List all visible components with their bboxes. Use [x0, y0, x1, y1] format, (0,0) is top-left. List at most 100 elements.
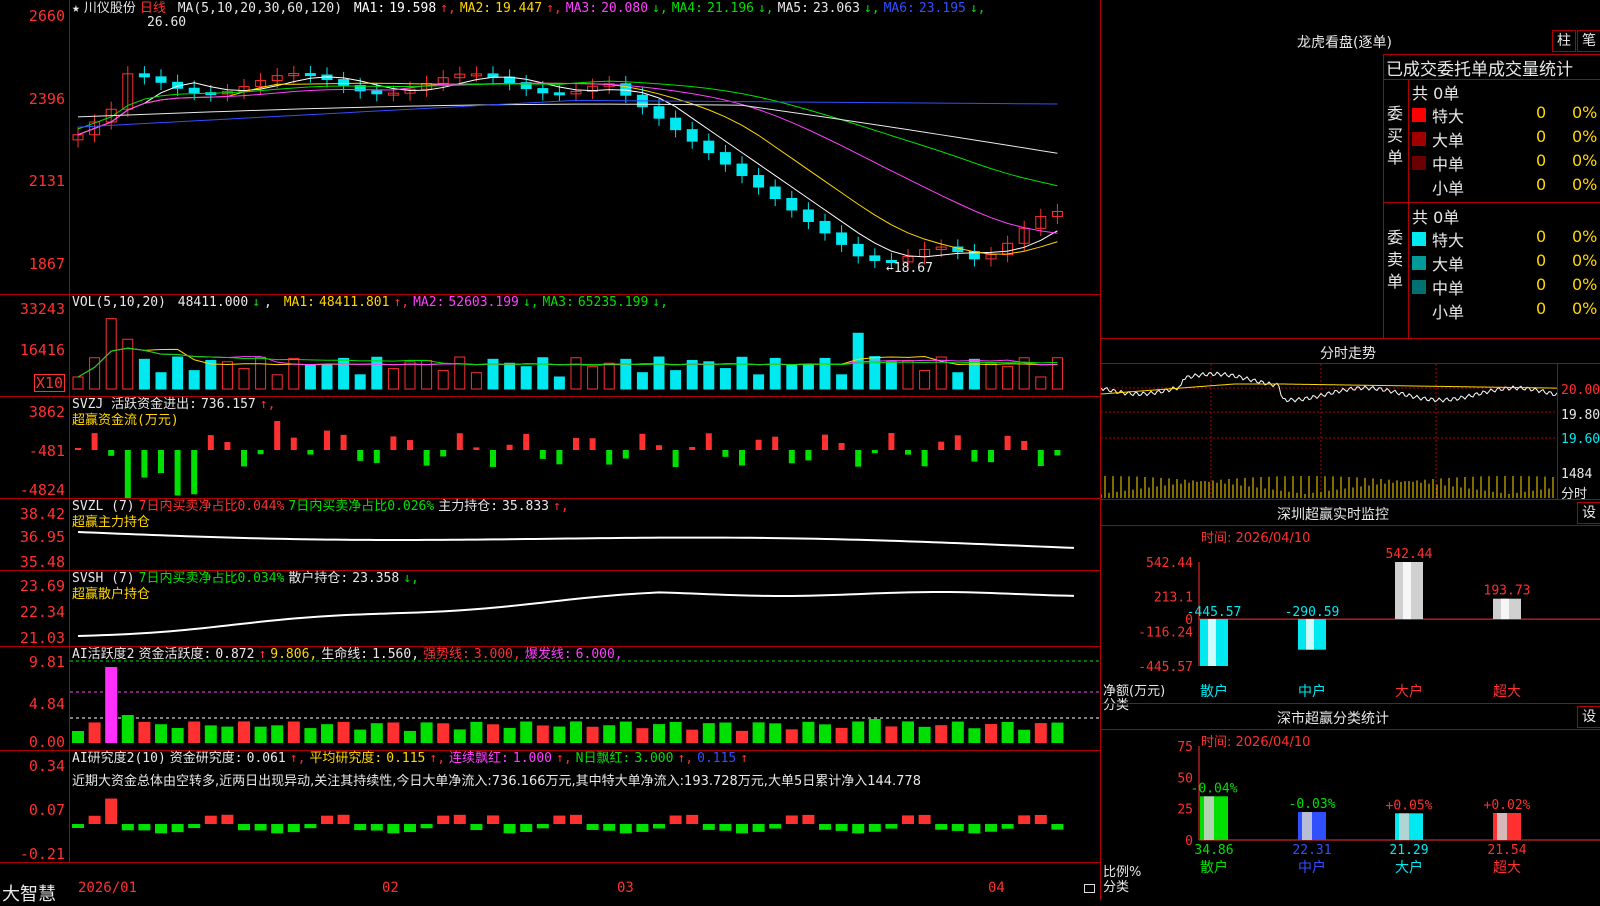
ma-label: MA6: — [883, 1, 915, 16]
sz-class-settings-button[interactable]: 设 — [1577, 706, 1600, 728]
sz-monitor-settings-button[interactable]: 设 — [1577, 502, 1600, 524]
ai-active-text3: 强势线: — [423, 647, 470, 662]
order-percent: 0% — [1572, 127, 1598, 146]
lock-icon[interactable] — [1084, 884, 1095, 893]
svzl-panel[interactable]: 38.42 36.95 35.48 SVZL (7) 7日内买卖净占比0.044%… — [0, 498, 1100, 571]
activity-bar — [238, 721, 250, 743]
candle-body — [852, 243, 864, 257]
volume-bar — [138, 358, 150, 390]
research-bar — [603, 824, 616, 831]
research-bar — [736, 824, 748, 834]
order-count: 0 — [1536, 251, 1547, 270]
kline-chart[interactable] — [70, 0, 1100, 294]
flow-bar — [1004, 435, 1011, 450]
volume-bar — [537, 357, 549, 390]
bar-mode-button[interactable]: 柱 — [1552, 30, 1576, 52]
sz-class-category: 超大 — [1493, 860, 1521, 876]
flow-bar — [390, 436, 397, 450]
activity-bar — [603, 725, 616, 743]
sz-monitor-bar-shine — [1403, 562, 1411, 620]
flow-bar — [307, 450, 314, 455]
intraday-chart[interactable] — [1101, 364, 1558, 499]
volume-bar — [587, 366, 599, 390]
candle-body — [719, 152, 731, 165]
sz-class-change-label: -0.03% — [1289, 797, 1336, 812]
intraday-chart-area[interactable] — [1101, 364, 1558, 499]
volume-bar — [155, 372, 167, 390]
volume-bar — [205, 359, 217, 390]
svzj-y-tick: -4824 — [19, 481, 65, 499]
sz-class-category: 散户 — [1200, 859, 1228, 876]
activity-bar — [702, 723, 715, 743]
research-bar — [553, 815, 566, 824]
flow-bar — [290, 437, 297, 450]
legend-swatch — [1412, 156, 1426, 170]
research-bar — [354, 824, 367, 831]
volume-bar — [288, 357, 300, 390]
kline-plot[interactable] — [70, 0, 1100, 294]
order-count: 0 — [1536, 275, 1547, 294]
ma2-line — [77, 82, 1058, 255]
volume-bar — [719, 368, 731, 390]
ai-active-y-tick: 0.00 — [28, 733, 65, 751]
ma-label: MA4: — [671, 1, 704, 16]
candle-body — [155, 76, 167, 83]
flow-bar — [340, 434, 347, 450]
flow-bar — [689, 446, 696, 450]
ai-active-panel[interactable]: 9.81 4.84 0.00 AI活跃度2 资金活跃度: 0.872 ↑ 9.806, 生… — [0, 646, 1100, 751]
svzl-y-tick: 38.42 — [19, 505, 65, 523]
activity-bar — [1018, 729, 1031, 743]
activity-bar — [968, 728, 981, 743]
svzl-y-tick: 35.48 — [19, 553, 65, 571]
flow-bar — [606, 450, 613, 465]
kline-panel[interactable]: 2660 2396 2131 1867 ★ 川仪股份 日线 MA(5,10,20,3… — [0, 0, 1100, 295]
research-bar — [503, 824, 516, 834]
sz-class-value-label: 21.54 — [1487, 843, 1526, 858]
brand-label: 大智慧 — [2, 884, 56, 905]
volume-bar — [802, 364, 814, 390]
activity-bar — [553, 726, 566, 743]
candle-body — [802, 209, 814, 222]
activity-bar — [686, 729, 699, 743]
activity-bar — [321, 724, 333, 743]
activity-bar — [370, 723, 383, 743]
activity-bar — [254, 726, 267, 743]
volume-panel[interactable]: 33243 16416 X10 VOL(5,10,20) 48411.000 ↓,… — [0, 294, 1100, 397]
order-percent: 0% — [1572, 103, 1598, 122]
activity-bar — [951, 721, 964, 743]
svzj-y-tick: 3862 — [28, 403, 65, 421]
ai-research-a1: ↑, — [289, 751, 306, 766]
volume-bar — [437, 370, 449, 390]
sell-total: 共 0单 — [1412, 208, 1460, 227]
order-percent: 0% — [1572, 151, 1598, 170]
vol-ma-arrow: ↓, — [522, 295, 539, 310]
order-size-label: 中单 — [1432, 155, 1465, 174]
sz-class-y-tick: 0 — [1185, 834, 1193, 849]
activity-bar — [752, 722, 765, 743]
kline-y-tick: 2660 — [28, 7, 65, 25]
volume-bar — [188, 370, 200, 390]
buy-total: 共 0单 — [1412, 84, 1460, 103]
ai-research-panel[interactable]: 0.34 0.07 -0.21 AI研究度2(10) 资金研究度: 0.061 ↑, 平… — [0, 750, 1100, 863]
order-size-label: 小单 — [1432, 179, 1465, 198]
star-icon[interactable]: ★ — [72, 1, 80, 16]
research-bar — [487, 815, 499, 824]
legend-swatch — [1412, 232, 1426, 246]
research-bar — [702, 824, 715, 830]
period-label[interactable]: 日线 — [140, 1, 166, 16]
research-bar — [1051, 824, 1064, 830]
svsh-panel[interactable]: 23.69 22.34 21.03 SVSH (7) 7日内买卖净占比0.034%… — [0, 570, 1100, 647]
flow-bar — [75, 448, 81, 450]
vol-ma-label: MA3: — [542, 295, 574, 310]
x-tick: 2026/01 — [78, 880, 138, 896]
svzj-panel[interactable]: 3862 -481 -4824 SVZJ 活跃资金进出: 736.157 ↑, 超赢… — [0, 396, 1100, 499]
flow-bar — [656, 445, 662, 450]
activity-bar — [918, 726, 931, 743]
volume-bar — [736, 356, 748, 390]
activity-bar — [503, 727, 516, 743]
candle-body — [188, 87, 200, 94]
volume-bar — [885, 361, 897, 390]
sz-monitor-bar-shine — [1306, 619, 1314, 650]
activity-bar — [188, 721, 201, 743]
tick-mode-button[interactable]: 笔 — [1577, 30, 1600, 52]
